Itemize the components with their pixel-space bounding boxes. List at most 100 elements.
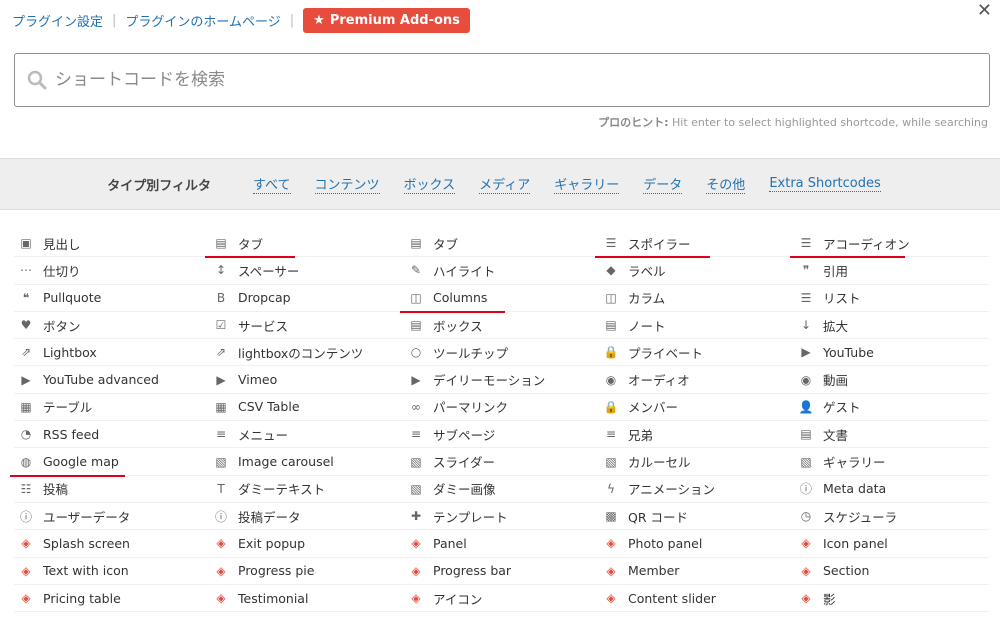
shortcode-item[interactable]: ◈ Content slider — [599, 585, 794, 613]
shortcode-item[interactable]: ≡ サブページ — [404, 421, 599, 449]
sort-icon: ↓ — [800, 318, 812, 333]
play-circle-icon: ◉ — [605, 372, 617, 387]
shortcode-item[interactable]: ▤ ノート — [599, 312, 794, 340]
shortcode-item[interactable]: ▣ 見出し — [14, 230, 209, 258]
pencil-icon: ✎ — [410, 263, 422, 278]
shortcode-item[interactable]: ▦ テーブル — [14, 394, 209, 422]
shortcode-label: Text with icon — [43, 563, 129, 579]
shortcode-item[interactable]: 👤 ゲスト — [794, 394, 989, 422]
shortcode-item[interactable]: ◈ Photo panel — [599, 530, 794, 558]
shortcode-item[interactable]: ☑ サービス — [209, 312, 404, 340]
layers-icon: ◈ — [606, 563, 616, 578]
shortcode-item[interactable]: 🔒 プライベート — [599, 339, 794, 367]
shortcode-item[interactable]: ◈ Member — [599, 558, 794, 585]
shortcode-item[interactable]: ▶ デイリーモーション — [404, 366, 599, 394]
shortcode-item[interactable]: ☰ アコーディオン — [790, 230, 989, 259]
filter-gallery[interactable]: ギャラリー — [554, 174, 620, 194]
premium-addons-button[interactable]: ★ Premium Add-ons — [303, 7, 470, 33]
shortcode-item[interactable]: ◈ Splash screen — [14, 530, 209, 558]
filter-box[interactable]: ボックス — [403, 174, 456, 194]
shortcode-item[interactable]: ❞ 引用 — [794, 257, 989, 285]
shortcode-item[interactable]: 🔒 メンバー — [599, 394, 794, 422]
shortcode-item[interactable]: ◈ Icon panel — [794, 530, 989, 558]
shortcode-item[interactable]: ◈ Panel — [404, 530, 599, 558]
info-icon: ⓘ — [19, 509, 32, 524]
shortcode-item[interactable]: ⓘ Meta data — [794, 476, 989, 503]
shortcode-item[interactable]: ◫ Columns — [400, 285, 599, 314]
th-list-icon: ☷ — [20, 481, 32, 496]
shortcode-item[interactable]: ○ ツールチップ — [404, 339, 599, 367]
shortcode-item[interactable]: ◷ スケジューラ — [794, 503, 989, 531]
shortcode-item[interactable]: ▩ QR コード — [599, 503, 794, 531]
shortcode-item[interactable]: ↓ 拡大 — [794, 312, 989, 340]
shortcode-item[interactable]: ◈ アイコン — [404, 585, 599, 613]
shortcode-item[interactable]: ▧ カルーセル — [599, 448, 794, 476]
shortcode-item[interactable]: ◈ Section — [794, 558, 989, 585]
shortcode-item[interactable]: ◈ 影 — [794, 585, 989, 613]
shortcode-item[interactable]: ◈ Text with icon — [14, 558, 209, 585]
close-icon[interactable]: ✕ — [977, 0, 992, 21]
shortcode-item[interactable]: ✎ ハイライト — [404, 257, 599, 285]
shortcode-item[interactable]: ▦ CSV Table — [209, 394, 404, 422]
shortcode-item[interactable]: ☰ スポイラー — [595, 230, 794, 259]
picture-icon: ▧ — [410, 454, 422, 469]
shortcode-item[interactable]: ◈ Progress bar — [404, 558, 599, 585]
shortcode-item[interactable]: ☷ 投稿 — [14, 476, 209, 503]
note-icon: ▤ — [605, 318, 617, 333]
filter-content[interactable]: コンテンツ — [314, 174, 380, 194]
shortcode-item[interactable]: ▤ ボックス — [404, 312, 599, 340]
shortcode-item[interactable]: ◈ Exit popup — [209, 530, 404, 558]
filter-other[interactable]: その他 — [706, 174, 746, 194]
shortcode-item[interactable]: ⓘ ユーザーデータ — [14, 503, 209, 531]
shortcode-item[interactable]: ◔ RSS feed — [14, 421, 209, 449]
shortcode-item[interactable]: ▤ タブ — [404, 230, 599, 258]
shortcode-item[interactable]: ❝ Pullquote — [14, 285, 209, 312]
shortcode-item[interactable]: ▶ Vimeo — [209, 366, 404, 394]
shortcode-item[interactable]: ≡ メニュー — [209, 421, 404, 449]
shortcode-item[interactable]: ▧ Image carousel — [209, 448, 404, 476]
shortcode-label: 文書 — [823, 427, 849, 443]
shortcode-item[interactable]: ⇗ lightboxのコンテンツ — [209, 339, 404, 367]
shortcode-item[interactable]: ◉ オーディオ — [599, 366, 794, 394]
shortcode-item[interactable]: ▤ 文書 — [794, 421, 989, 449]
filter-all[interactable]: すべて — [252, 174, 291, 194]
shortcode-item[interactable]: ◈ Pricing table — [14, 585, 209, 613]
shortcode-label: Section — [823, 563, 870, 579]
shortcode-item[interactable]: ◈ Progress pie — [209, 558, 404, 585]
plugin-settings-link[interactable]: プラグイン設定 — [12, 11, 103, 30]
shortcode-item[interactable]: ◆ ラベル — [599, 257, 794, 285]
shortcode-item[interactable]: B Dropcap — [209, 285, 404, 312]
shortcode-item[interactable]: ◈ Testimonial — [209, 585, 404, 613]
shortcode-item[interactable]: ▧ ギャラリー — [794, 448, 989, 476]
shortcode-item[interactable]: ▧ ダミー画像 — [404, 476, 599, 503]
shortcode-item[interactable]: ⇗ Lightbox — [14, 339, 209, 367]
plugin-homepage-link[interactable]: プラグインのホームページ — [125, 11, 280, 30]
shortcode-item[interactable]: ▤ タブ — [205, 230, 404, 259]
filter-media[interactable]: メディア — [479, 174, 531, 194]
shortcode-item[interactable]: ▶ YouTube advanced — [14, 366, 209, 394]
search-input[interactable] — [55, 70, 989, 90]
shortcode-item[interactable]: ⋯ 仕切り — [14, 257, 209, 285]
layers-icon: ◈ — [801, 536, 811, 551]
shortcode-item[interactable]: ∞ パーマリンク — [404, 394, 599, 422]
shortcode-item[interactable]: ✚ テンプレート — [404, 503, 599, 531]
shortcode-item[interactable]: ◫ カラム — [599, 285, 794, 312]
shortcode-item[interactable]: ♥ ボタン — [14, 312, 209, 340]
filter-extra-shortcodes[interactable]: Extra Shortcodes — [769, 176, 881, 192]
filter-data[interactable]: データ — [643, 174, 683, 194]
shortcode-item[interactable]: ϟ アニメーション — [599, 476, 794, 503]
shortcode-item[interactable]: ☰ リスト — [794, 285, 989, 312]
shortcode-item[interactable]: T ダミーテキスト — [209, 476, 404, 503]
heart-icon: ♥ — [20, 318, 32, 333]
shortcode-item[interactable]: ▶ YouTube — [794, 339, 989, 367]
shortcode-item[interactable]: ◉ 動画 — [794, 366, 989, 394]
search-icon — [27, 70, 47, 90]
divider-icon: ⋯ — [20, 263, 32, 278]
spacer-icon: ↕ — [215, 263, 227, 278]
shortcode-item[interactable]: ⓘ 投稿データ — [209, 503, 404, 531]
shortcode-label: ハイライト — [433, 263, 496, 279]
shortcode-item[interactable]: ◍ Google map — [10, 448, 209, 477]
shortcode-item[interactable]: ≡ 兄弟 — [599, 421, 794, 449]
shortcode-item[interactable]: ↕ スペーサー — [209, 257, 404, 285]
shortcode-item[interactable]: ▧ スライダー — [404, 448, 599, 476]
